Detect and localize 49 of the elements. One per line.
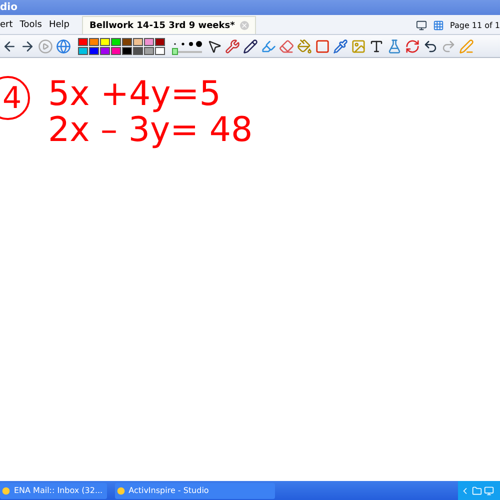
page-indicator: Page 11 of 1 — [450, 21, 500, 30]
document-tab[interactable]: Bellwork 14-15 3rd 9 weeks* × — [82, 16, 256, 34]
color-swatch[interactable] — [122, 46, 132, 54]
app-icon — [2, 486, 10, 494]
color-swatch[interactable] — [78, 38, 88, 46]
pen-icon[interactable] — [243, 38, 258, 54]
globe-icon[interactable] — [56, 38, 71, 54]
circled-number: 4 — [0, 76, 30, 120]
color-swatch[interactable] — [133, 46, 143, 54]
monitor-icon[interactable] — [416, 20, 428, 31]
color-swatch[interactable] — [78, 46, 88, 54]
color-swatch[interactable] — [111, 46, 121, 54]
eraser-icon[interactable] — [279, 38, 294, 54]
pen-width-slider[interactable] — [172, 48, 178, 54]
color-swatch[interactable] — [122, 38, 132, 46]
wrench-icon[interactable] — [225, 38, 240, 54]
folder-icon[interactable] — [472, 486, 482, 496]
color-swatch[interactable] — [100, 38, 110, 46]
color-swatch[interactable] — [155, 46, 165, 54]
color-swatch[interactable] — [133, 38, 143, 46]
pipette-icon[interactable] — [333, 38, 348, 54]
grid-icon[interactable] — [433, 20, 444, 31]
network-icon[interactable] — [484, 486, 494, 496]
menu-item[interactable]: Tools — [20, 20, 49, 34]
window-title: dio — [0, 2, 18, 13]
color-swatch[interactable] — [144, 46, 154, 54]
refresh-icon[interactable] — [405, 38, 420, 54]
handwritten-equation: 2x – 3y= 48 — [48, 112, 253, 148]
pointer-icon[interactable] — [207, 38, 222, 54]
pen-size-icon[interactable] — [172, 40, 202, 48]
color-swatch[interactable] — [100, 46, 110, 54]
back-icon[interactable] — [2, 38, 17, 54]
undo-icon[interactable] — [423, 38, 438, 54]
color-swatch[interactable] — [155, 38, 165, 46]
color-swatch[interactable] — [89, 38, 99, 46]
color-swatch[interactable] — [111, 38, 121, 46]
flask-icon[interactable] — [387, 38, 402, 54]
taskbar-button[interactable]: ActivInspire - Studio — [114, 482, 275, 498]
text-icon[interactable] — [369, 38, 384, 54]
color-swatch[interactable] — [144, 38, 154, 46]
menu-item[interactable]: ert — [0, 20, 20, 34]
shape-icon[interactable] — [315, 38, 330, 54]
forward-icon[interactable] — [20, 38, 35, 54]
app-icon — [116, 486, 125, 494]
handwritten-equation: 5x +4y=5 — [48, 76, 222, 112]
fill-icon[interactable] — [297, 38, 312, 54]
menu-item[interactable]: Help — [48, 20, 76, 34]
color-swatch[interactable] — [89, 46, 99, 54]
taskbar-button[interactable]: ENA Mail:: Inbox (32... — [0, 482, 107, 498]
